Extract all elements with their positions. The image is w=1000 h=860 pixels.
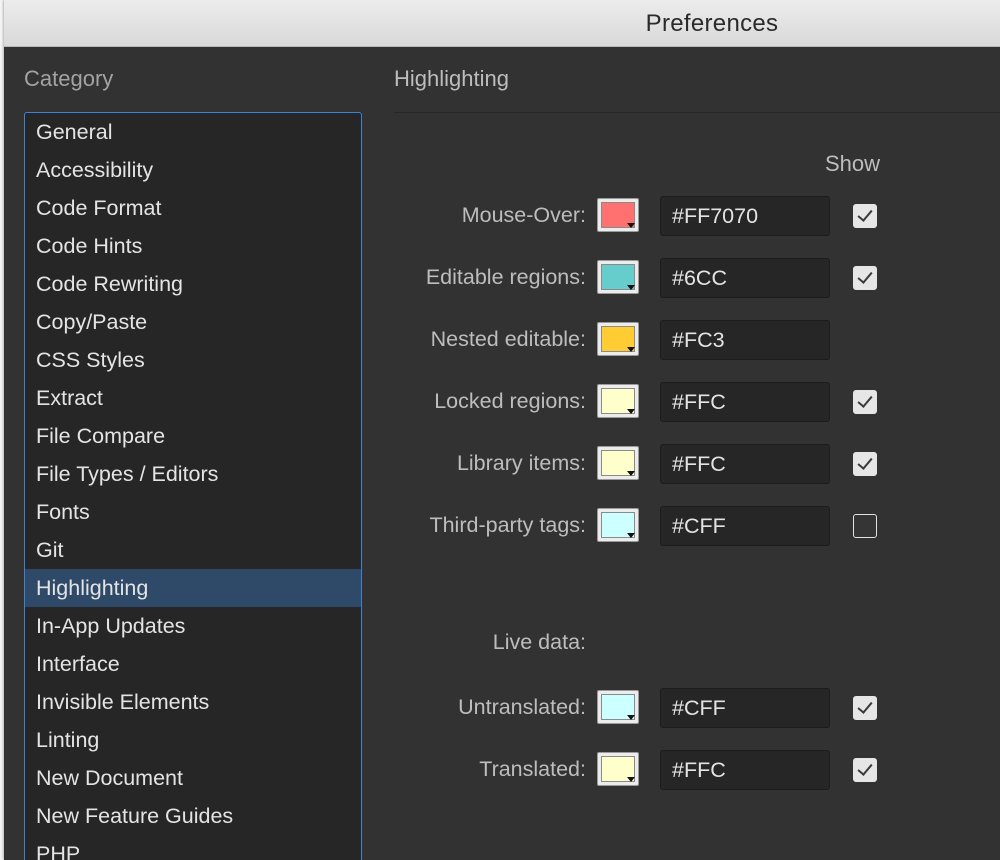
locked-regions-label: Locked regions: — [434, 389, 586, 413]
editable-regions-color-picker[interactable] — [597, 260, 639, 294]
third-party-tags-color-picker[interactable] — [597, 508, 639, 542]
category-item-php[interactable]: PHP — [25, 835, 361, 860]
third-party-tags-hex-input[interactable]: #CFF — [660, 506, 830, 546]
dropdown-arrow-icon — [627, 715, 635, 720]
third-party-tags-show-checkbox[interactable] — [853, 514, 877, 538]
untranslated-label: Untranslated: — [458, 695, 586, 719]
setting-row-nested-editable: Nested editable: #FC3 — [4, 320, 1000, 362]
setting-row-third-party-tags: Third-party tags: #CFF — [4, 506, 1000, 548]
library-items-label: Library items: — [456, 451, 586, 475]
locked-regions-show-checkbox[interactable] — [853, 390, 877, 414]
untranslated-show-checkbox[interactable] — [853, 696, 877, 720]
mouse-over-show-checkbox[interactable] — [853, 204, 877, 228]
translated-color-picker[interactable] — [597, 752, 639, 786]
window-title: Preferences — [645, 10, 779, 37]
locked-regions-color-picker[interactable] — [597, 384, 639, 418]
nested-editable-hex-input[interactable]: #FC3 — [660, 320, 830, 360]
category-heading: Category — [24, 66, 114, 91]
setting-row-mouse-over: Mouse-Over: #FF7070 — [4, 196, 1000, 238]
category-item-highlighting[interactable]: Highlighting — [25, 569, 361, 607]
title-bar[interactable]: Preferences — [4, 0, 1000, 47]
library-items-hex-input[interactable]: #FFC — [660, 444, 830, 484]
dropdown-arrow-icon — [627, 777, 635, 782]
dropdown-arrow-icon — [627, 533, 635, 538]
setting-row-translated: Translated: #FFC — [4, 750, 1000, 792]
category-item-accessibility[interactable]: Accessibility — [25, 151, 361, 189]
library-items-show-checkbox[interactable] — [853, 452, 877, 476]
setting-row-editable-regions: Editable regions: #6CC — [4, 258, 1000, 300]
locked-regions-hex-input[interactable]: #FFC — [660, 382, 830, 422]
setting-row-locked-regions: Locked regions: #FFC — [4, 382, 1000, 424]
editable-regions-hex-input[interactable]: #6CC — [660, 258, 830, 298]
live-data-label: Live data: — [492, 630, 586, 654]
nested-editable-color-picker[interactable] — [597, 322, 639, 356]
third-party-tags-label: Third-party tags: — [429, 513, 586, 537]
editable-regions-show-checkbox[interactable] — [853, 266, 877, 290]
setting-row-untranslated: Untranslated: #CFF — [4, 688, 1000, 730]
library-items-color-picker[interactable] — [597, 446, 639, 480]
category-item-in-app-updates[interactable]: In-App Updates — [25, 607, 361, 645]
dropdown-arrow-icon — [627, 223, 635, 228]
show-column-label: Show — [825, 151, 881, 176]
nested-editable-label: Nested editable: — [430, 327, 586, 351]
mouse-over-hex-input[interactable]: #FF7070 — [660, 196, 830, 236]
editable-regions-label: Editable regions: — [425, 265, 586, 289]
dropdown-arrow-icon — [627, 285, 635, 290]
category-item-interface[interactable]: Interface — [25, 645, 361, 683]
setting-row-library-items: Library items: #FFC — [4, 444, 1000, 486]
mouse-over-color-picker[interactable] — [597, 198, 639, 232]
translated-hex-input[interactable]: #FFC — [660, 750, 830, 790]
category-item-general[interactable]: General — [25, 113, 361, 151]
untranslated-hex-input[interactable]: #CFF — [660, 688, 830, 728]
translated-show-checkbox[interactable] — [853, 758, 877, 782]
dropdown-arrow-icon — [627, 409, 635, 414]
dropdown-arrow-icon — [627, 471, 635, 476]
dropdown-arrow-icon — [627, 347, 635, 352]
section-divider — [394, 112, 1000, 113]
translated-label: Translated: — [479, 757, 586, 781]
mouse-over-label: Mouse-Over: — [461, 203, 586, 227]
category-item-new-feature-guides[interactable]: New Feature Guides — [25, 797, 361, 835]
untranslated-color-picker[interactable] — [597, 690, 639, 724]
preferences-dialog: Preferences Category General Accessibilit… — [4, 0, 1000, 860]
section-title: Highlighting — [394, 66, 509, 91]
